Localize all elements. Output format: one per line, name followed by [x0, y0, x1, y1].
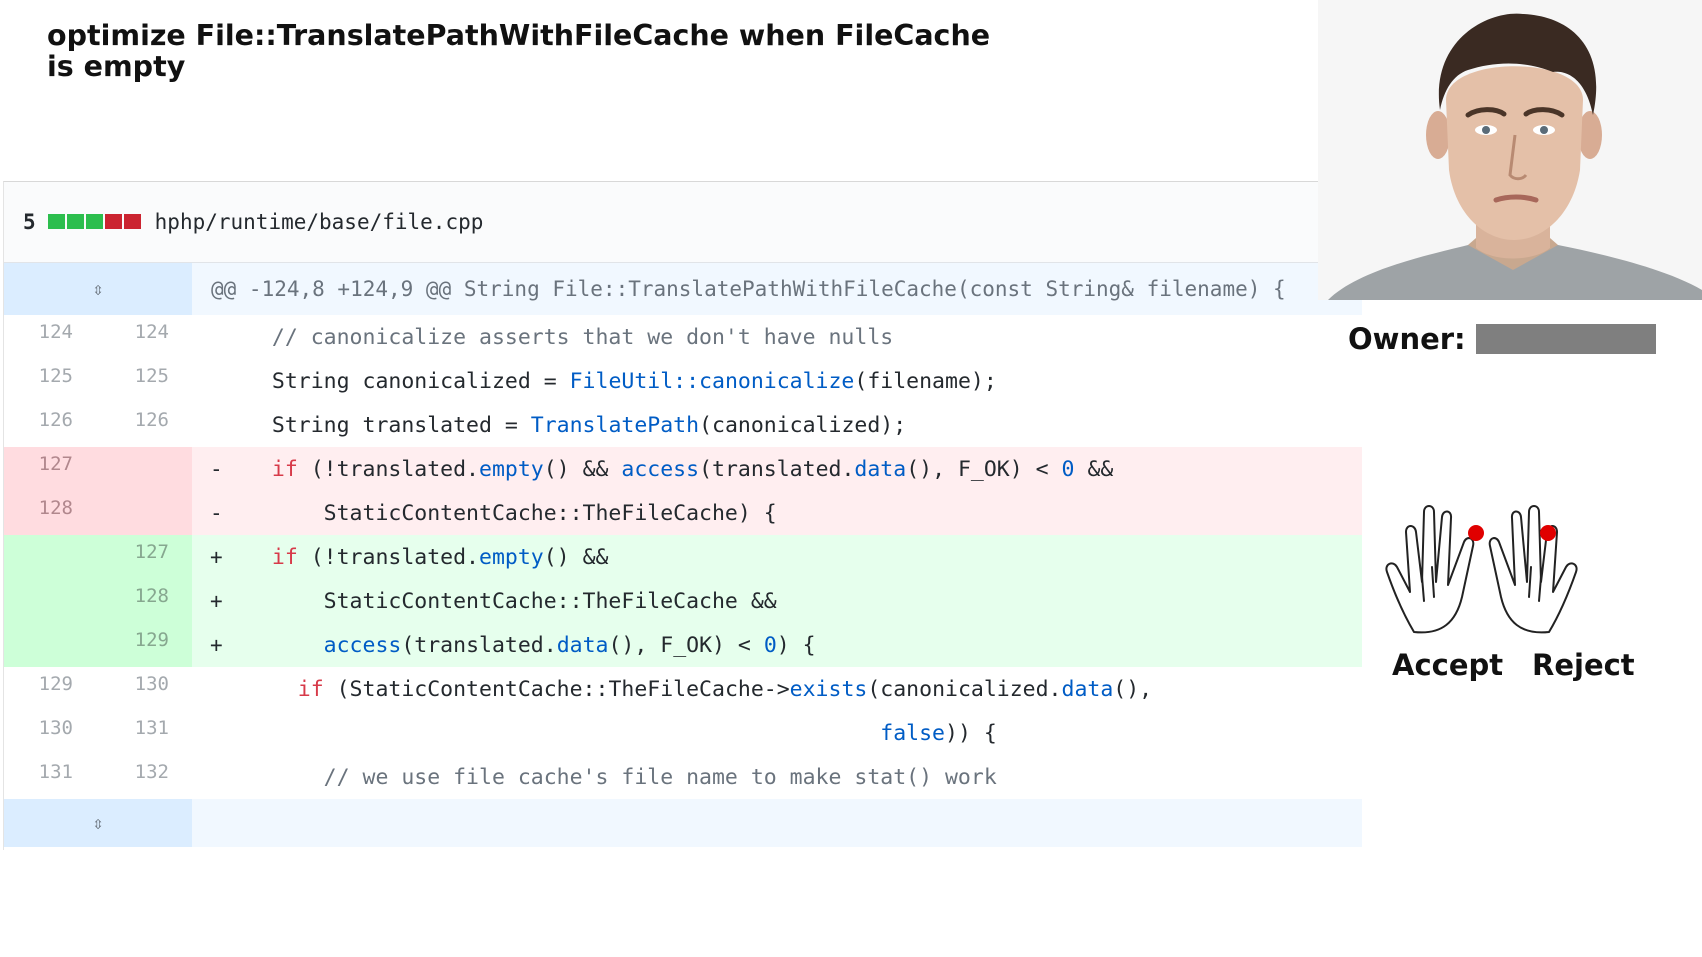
diff-marker: + — [192, 535, 246, 579]
hunk-header: ⇳ @@ -124,8 +124,9 @@ String File::Trans… — [4, 263, 1362, 315]
new-line-number[interactable] — [98, 447, 192, 491]
diff-marker: + — [192, 623, 246, 667]
code-text: StaticContentCache::TheFileCache && — [246, 579, 1362, 623]
diff-marker — [192, 403, 246, 447]
code-text: access(translated.data(), F_OK) < 0) { — [246, 623, 1362, 667]
code-text: String canonicalized = FileUtil::canonic… — [246, 359, 1362, 403]
diff-line-ctx: 130 131 false)) { — [4, 711, 1362, 755]
new-line-number[interactable]: 132 — [98, 755, 192, 799]
old-line-number[interactable]: 124 — [4, 315, 98, 359]
diff-line-ctx: 125 125 String canonicalized = FileUtil::… — [4, 359, 1362, 403]
code-text: false)) { — [246, 711, 1362, 755]
diffstat-block — [85, 214, 103, 229]
owner-label: Owner: — [1348, 322, 1466, 356]
new-line-number[interactable] — [98, 491, 192, 535]
code-text: if (!translated.empty() && access(transl… — [246, 447, 1362, 491]
unfold-icon: ⇳ — [92, 812, 104, 834]
change-count: 5 — [23, 210, 36, 234]
diff-line-ctx: 126 126 String translated = TranslatePath… — [4, 403, 1362, 447]
code-text: String translated = TranslatePath(canoni… — [246, 403, 1362, 447]
presenter-video — [1318, 0, 1702, 300]
page-title: optimize File::TranslatePathWithFileCach… — [47, 19, 991, 83]
diffstat-block — [47, 214, 65, 229]
file-path-link[interactable]: hphp/runtime/base/file.cpp — [155, 210, 484, 234]
diff-marker — [192, 315, 246, 359]
old-line-number[interactable]: 131 — [4, 755, 98, 799]
reject-finger-marker — [1540, 525, 1556, 541]
diff-marker: - — [192, 447, 246, 491]
expand-down-button[interactable]: ⇳ — [4, 799, 192, 847]
diff-line-add: 129 + access(translated.data(), F_OK) < 0… — [4, 623, 1362, 667]
code-text: // canonicalize asserts that we don't ha… — [246, 315, 1362, 359]
diff-marker: - — [192, 491, 246, 535]
expand-footer: ⇳ — [4, 799, 1362, 847]
new-line-number[interactable]: 129 — [98, 623, 192, 667]
new-line-number[interactable]: 130 — [98, 667, 192, 711]
code-text: StaticContentCache::TheFileCache) { — [246, 491, 1362, 535]
hunk-header-text: @@ -124,8 +124,9 @@ String File::Transla… — [211, 277, 1286, 301]
diffstat-block — [123, 214, 141, 229]
diff-line-add: 128 + StaticContentCache::TheFileCache && — [4, 579, 1362, 623]
old-line-number[interactable]: 125 — [4, 359, 98, 403]
diffstat-block — [104, 214, 122, 229]
old-line-number[interactable] — [4, 579, 98, 623]
new-line-number[interactable]: 126 — [98, 403, 192, 447]
diffstat-block — [66, 214, 84, 229]
diff-marker: + — [192, 579, 246, 623]
diff-line-add: 127 + if (!translated.empty() && — [4, 535, 1362, 579]
old-line-number[interactable]: 129 — [4, 667, 98, 711]
code-text: if (StaticContentCache::TheFileCache->ex… — [246, 667, 1362, 711]
diff-line-del: 127 - if (!translated.empty() && access(t… — [4, 447, 1362, 491]
old-line-number[interactable]: 126 — [4, 403, 98, 447]
expand-up-button[interactable]: ⇳ — [4, 263, 192, 315]
diff-panel: 5 hphp/runtime/base/file.cpp ⇳ @@ -124,8… — [3, 181, 1362, 850]
right-hand-icon — [1488, 505, 1578, 634]
diff-line-del: 128 - StaticContentCache::TheFileCache) { — [4, 491, 1362, 535]
old-line-number[interactable] — [4, 623, 98, 667]
new-line-number[interactable]: 124 — [98, 315, 192, 359]
diffstat — [47, 210, 143, 234]
diff-line-ctx: 129 130 if (StaticContentCache::TheFileCa… — [4, 667, 1362, 711]
old-line-number[interactable]: 127 — [4, 447, 98, 491]
file-header: 5 hphp/runtime/base/file.cpp — [4, 182, 1362, 263]
diff-marker — [192, 667, 246, 711]
code-text: // we use file cache's file name to make… — [246, 755, 1362, 799]
accept-label: Accept — [1392, 648, 1504, 682]
diff-marker — [192, 711, 246, 755]
diff-lines: 124 124 // canonicalize asserts that we d… — [4, 315, 1362, 799]
new-line-number[interactable]: 125 — [98, 359, 192, 403]
new-line-number[interactable]: 128 — [98, 579, 192, 623]
owner-redacted-bar — [1475, 324, 1656, 354]
code-text: if (!translated.empty() && — [246, 535, 1362, 579]
left-hand-icon — [1385, 505, 1475, 634]
unfold-icon: ⇳ — [92, 278, 104, 300]
diff-line-ctx: 131 132 // we use file cache's file name … — [4, 755, 1362, 799]
owner-field: Owner: — [1348, 322, 1656, 356]
old-line-number[interactable] — [4, 535, 98, 579]
diff-marker — [192, 755, 246, 799]
new-line-number[interactable]: 131 — [98, 711, 192, 755]
new-line-number[interactable]: 127 — [98, 535, 192, 579]
diff-marker — [192, 359, 246, 403]
diff-line-ctx: 124 124 // canonicalize asserts that we d… — [4, 315, 1362, 359]
old-line-number[interactable]: 130 — [4, 711, 98, 755]
reject-label: Reject — [1532, 648, 1635, 682]
accept-finger-marker — [1468, 525, 1484, 541]
old-line-number[interactable]: 128 — [4, 491, 98, 535]
hand-gesture-diagram — [1385, 505, 1578, 634]
